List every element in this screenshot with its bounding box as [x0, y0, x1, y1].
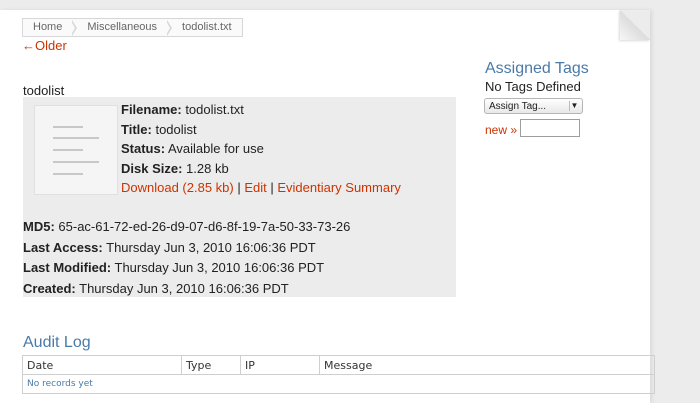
chevron-down-icon: ▼: [569, 101, 579, 111]
file-info-panel: Filename: todolist.txt Title: todolist S…: [23, 97, 456, 297]
file-title: todolist: [23, 83, 65, 98]
disk-size-row: Disk Size: 1.28 kb: [121, 159, 401, 179]
created-row: Created: Thursday Jun 3, 2010 16:06:36 P…: [23, 279, 350, 300]
filename-label: Filename:: [121, 102, 182, 117]
breadcrumb: Home Miscellaneous todolist.txt: [22, 18, 243, 37]
last-access-label: Last Access:: [23, 239, 103, 255]
table-row: No records yet: [22, 374, 655, 394]
breadcrumb-miscellaneous[interactable]: Miscellaneous: [77, 19, 167, 36]
disk-size-label: Disk Size:: [121, 160, 183, 176]
last-access-row: Last Access: Thursday Jun 3, 2010 16:06:…: [23, 238, 350, 259]
document-icon: [34, 105, 118, 195]
md5-label: MD5:: [23, 219, 55, 234]
column-header-date[interactable]: Date: [22, 355, 182, 375]
breadcrumb-home[interactable]: Home: [23, 19, 72, 36]
last-modified-value: Thursday Jun 3, 2010 16:06:36 PDT: [114, 260, 325, 275]
evidentiary-summary-link[interactable]: Evidentiary Summary: [277, 180, 401, 195]
filename-row: Filename: todolist.txt: [121, 100, 401, 120]
page-curl: [620, 10, 650, 40]
no-tags-text: No Tags Defined: [485, 79, 581, 94]
created-value: Thursday Jun 3, 2010 16:06:36 PDT: [79, 280, 289, 296]
title-value: todolist: [155, 121, 197, 137]
disk-size-value: 1.28 kb: [186, 160, 229, 176]
created-label: Created:: [23, 280, 76, 296]
status-value: Available for use: [167, 141, 264, 156]
audit-header-row: Date Type IP Message: [22, 355, 655, 375]
file-details: MD5: 65-ac-61-72-ed-26-d9-07-d6-8f-19-7a…: [23, 217, 350, 299]
edit-link[interactable]: Edit: [244, 180, 266, 195]
breadcrumb-current: todolist.txt: [182, 21, 232, 33]
older-link[interactable]: ←Older: [22, 38, 67, 53]
column-header-type[interactable]: Type: [181, 355, 241, 375]
audit-log-heading: Audit Log: [23, 334, 91, 351]
title-label: Title:: [121, 121, 152, 137]
file-actions: Download (2.85 kb) | Edit | Evidentiary …: [121, 180, 401, 195]
assign-tag-select[interactable]: Assign Tag... ▼: [484, 98, 583, 114]
column-header-ip[interactable]: IP: [240, 355, 320, 375]
status-label: Status:: [121, 141, 166, 156]
audit-log-table: Date Type IP Message No records yet: [22, 355, 655, 394]
assign-tag-value: Assign Tag...: [489, 101, 547, 112]
last-access-value: Thursday Jun 3, 2010 16:06:36 PDT: [106, 239, 316, 255]
md5-value: 65-ac-61-72-ed-26-d9-07-d6-8f-19-7a-50-3…: [58, 219, 351, 234]
column-header-message[interactable]: Message: [319, 355, 655, 375]
new-tag-link[interactable]: new »: [485, 123, 517, 137]
file-metadata: Filename: todolist.txt Title: todolist S…: [121, 100, 401, 198]
filename-value: todolist.txt: [185, 102, 244, 117]
assigned-tags-heading: Assigned Tags: [485, 60, 589, 77]
status-row: Status: Available for use: [121, 139, 401, 159]
last-modified-row: Last Modified: Thursday Jun 3, 2010 16:0…: [23, 258, 350, 279]
new-tag-input[interactable]: [520, 119, 580, 137]
title-row: Title: todolist: [121, 120, 401, 140]
no-records-text: No records yet: [22, 374, 655, 394]
md5-row: MD5: 65-ac-61-72-ed-26-d9-07-d6-8f-19-7a…: [23, 217, 350, 238]
last-modified-label: Last Modified:: [23, 260, 112, 275]
download-link[interactable]: Download (2.85 kb): [121, 180, 234, 195]
